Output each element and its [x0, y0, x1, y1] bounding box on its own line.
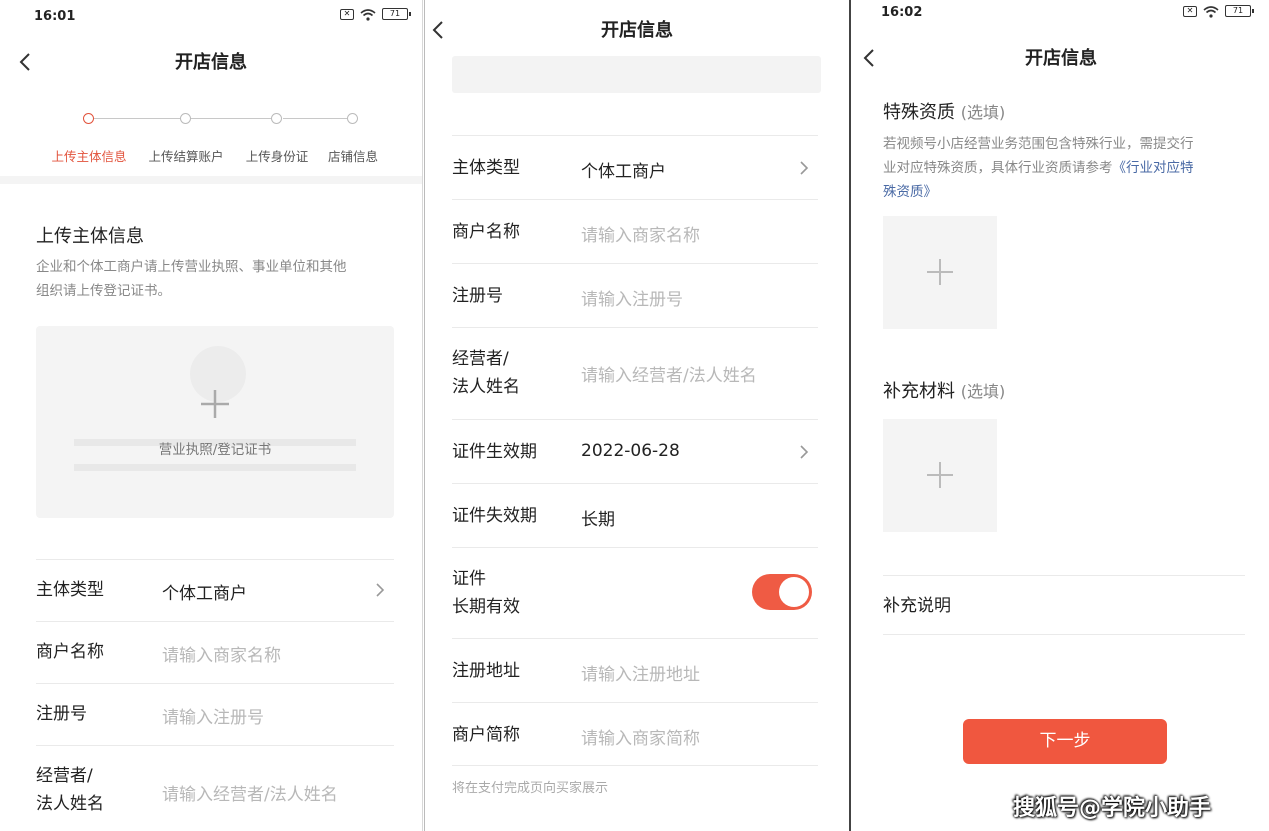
desc-line-1: 企业和个体工商户请上传营业执照、事业单位和其他 [36, 259, 347, 275]
row-label: 注册号 [452, 286, 503, 306]
section-title: 上传主体信息 [36, 226, 144, 247]
valid-from-row[interactable]: 证件生效期 2022-06-28 [452, 419, 818, 483]
special-qualification-title: 特殊资质 (选填) [883, 102, 1006, 123]
registration-number-input[interactable]: 请输入注册号 [162, 703, 264, 728]
nav-bar: 开店信息 [425, 12, 849, 52]
progress-stepper: 上传主体信息 上传结算账户 上传身份证 店铺信息 [0, 110, 422, 170]
step-label-2: 上传结算账户 [148, 149, 224, 164]
status-time: 16:02 [881, 5, 923, 20]
wifi-icon [360, 8, 376, 21]
merchant-name-input[interactable]: 请输入商家名称 [162, 641, 281, 666]
wifi-icon [1203, 5, 1219, 18]
supplement-material-upload[interactable] [883, 419, 997, 532]
row-label: 注册地址 [452, 661, 520, 681]
license-upload-box[interactable]: 营业执照/登记证书 [36, 326, 394, 518]
row-label: 主体类型 [36, 580, 104, 600]
step-label-3: 上传身份证 [245, 149, 309, 164]
battery-icon: 71 [1225, 5, 1254, 17]
plus-icon [199, 388, 231, 420]
supplement-note-row[interactable]: 补充说明 [883, 575, 1245, 635]
legal-person-input[interactable]: 请输入经营者/法人姓名 [162, 780, 338, 805]
panel-qualifications: 16:02 ✕ 71 开店信息 特殊资质 (选填) 若视频号小店经营业务范围包含… [853, 0, 1269, 831]
merchant-name-input[interactable]: 请输入商家名称 [581, 221, 700, 246]
special-qualification-description: 若视频号小店经营业务范围包含特殊行业，需提交行 业对应特殊资质，具体行业资质请参… [883, 132, 1253, 204]
legal-person-input[interactable]: 请输入经营者/法人姓名 [581, 361, 757, 386]
row-label: 经营者/ 法人姓名 [452, 349, 520, 397]
row-label: 注册号 [36, 704, 87, 724]
page-title: 开店信息 [175, 52, 247, 73]
sim-off-icon: ✕ [1183, 5, 1197, 17]
section-divider [0, 176, 422, 184]
registration-number-row: 注册号 请输入注册号 [36, 683, 394, 745]
nav-bar: 开店信息 [853, 40, 1269, 80]
sim-off-icon: ✕ [340, 8, 354, 20]
plus-icon [927, 462, 953, 488]
chevron-right-icon [374, 582, 386, 598]
panel-upload-entity: 16:01 ✕ 71 开店信息 上传主体信息 上传结算账户 上传身份证 店铺信息… [0, 0, 423, 831]
section-description: 企业和个体工商户请上传营业执照、事业单位和其他 组织请上传登记证书。 [36, 255, 347, 303]
row-label: 商户简称 [452, 725, 520, 745]
registered-address-row: 注册地址 请输入注册地址 [452, 638, 818, 702]
status-bar: 16:02 ✕ 71 [853, 0, 1269, 30]
step-label-1: 上传主体信息 [51, 149, 127, 164]
row-label: 证件失效期 [452, 506, 537, 526]
step-dot-3 [271, 113, 282, 124]
registration-number-row: 注册号 请输入注册号 [452, 263, 818, 327]
page-title: 开店信息 [1025, 48, 1097, 69]
step-dot-4 [347, 113, 358, 124]
row-label: 主体类型 [452, 158, 520, 178]
chevron-right-icon [798, 444, 810, 460]
supplement-material-title: 补充材料 (选填) [883, 381, 1006, 402]
status-bar: 16:01 ✕ 71 [0, 0, 422, 30]
legal-person-row: 经营者/ 法人姓名 请输入经营者/法人姓名 [452, 327, 818, 419]
status-time: 16:01 [34, 9, 76, 24]
registered-address-input[interactable]: 请输入注册地址 [581, 660, 700, 685]
row-label: 证件生效期 [452, 442, 537, 462]
long-term-toggle[interactable] [752, 574, 812, 610]
merchant-name-row: 商户名称 请输入商家名称 [452, 199, 818, 263]
entity-type-value: 个体工商户 [581, 162, 666, 182]
plus-icon [927, 259, 953, 285]
entity-type-row[interactable]: 主体类型 个体工商户 [36, 559, 394, 621]
watermark-text: 搜狐号@学院小助手 [1013, 796, 1212, 821]
valid-until-row: 证件失效期 长期 [452, 483, 818, 547]
next-step-button[interactable]: 下一步 [963, 719, 1167, 764]
industry-qualification-link[interactable]: 《行业对应特 [1113, 160, 1194, 176]
industry-qualification-link-cont[interactable]: 殊资质》 [883, 180, 1253, 204]
valid-until-value: 长期 [581, 510, 615, 530]
collapsed-upload-area [452, 56, 821, 93]
desc-line-2: 组织请上传登记证书。 [36, 283, 171, 299]
toggle-knob [779, 577, 809, 607]
step-dot-1 [83, 113, 94, 124]
step-dot-2 [180, 113, 191, 124]
merchant-name-row: 商户名称 请输入商家名称 [36, 621, 394, 683]
row-label: 商户名称 [36, 642, 104, 662]
row-label: 证件 长期有效 [452, 569, 520, 617]
merchant-short-name-row: 商户简称 请输入商家简称 [452, 702, 818, 766]
supplement-note-label: 补充说明 [883, 596, 951, 616]
valid-from-value: 2022-06-28 [581, 441, 680, 461]
step-label-4: 店铺信息 [327, 149, 379, 164]
battery-icon: 71 [382, 8, 411, 20]
row-label: 经营者/ 法人姓名 [36, 766, 104, 814]
entity-type-value: 个体工商户 [162, 584, 247, 604]
upload-caption: 营业执照/登记证书 [158, 442, 272, 458]
entity-type-row[interactable]: 主体类型 个体工商户 [452, 135, 818, 199]
page-title: 开店信息 [601, 20, 673, 41]
row-label: 商户名称 [452, 222, 520, 242]
long-term-valid-row: 证件 长期有效 [452, 547, 818, 638]
chevron-right-icon [798, 160, 810, 176]
short-name-hint: 将在支付完成页向买家展示 [452, 781, 609, 796]
panel-entity-form: 开店信息 主体类型 个体工商户 商户名称 请输入商家名称 注册号 请输入注册号 … [424, 0, 851, 831]
special-qualification-upload[interactable] [883, 216, 997, 329]
legal-person-row: 经营者/ 法人姓名 请输入经营者/法人姓名 [36, 745, 394, 831]
registration-number-input[interactable]: 请输入注册号 [581, 285, 683, 310]
merchant-short-name-input[interactable]: 请输入商家简称 [581, 724, 700, 749]
nav-bar: 开店信息 [0, 44, 422, 84]
